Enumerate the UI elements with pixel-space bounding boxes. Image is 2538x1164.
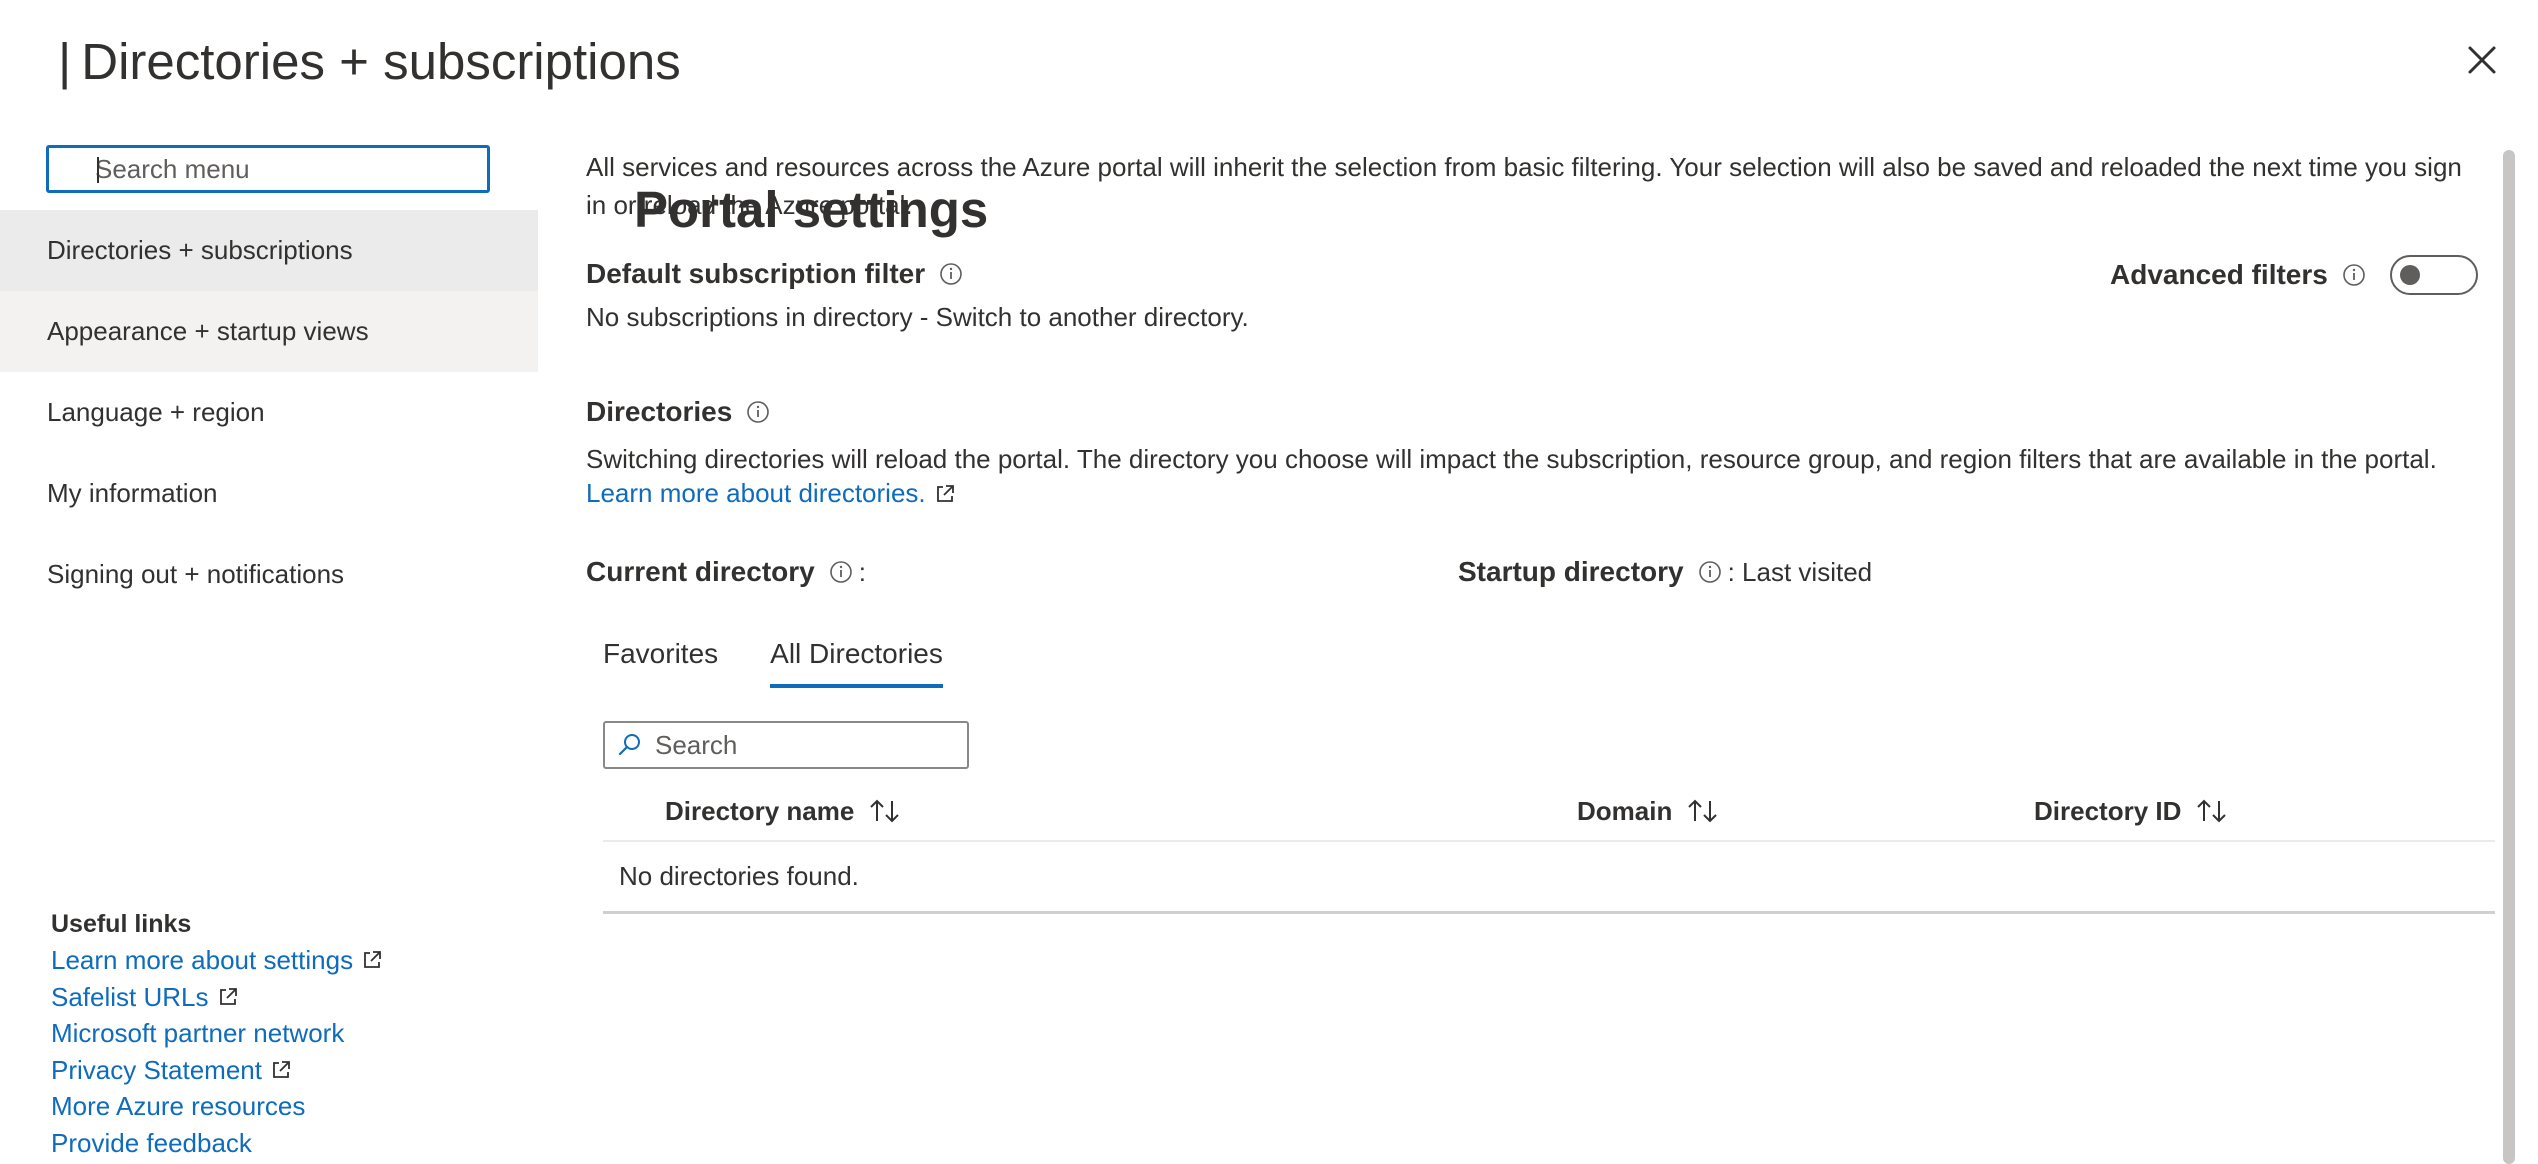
column-directory-id[interactable]: Directory ID [2034, 780, 2229, 842]
section-title-text: Current directory [586, 556, 815, 587]
search-icon [618, 734, 640, 756]
search-menu-placeholder: Search menu [95, 153, 250, 184]
info-icon[interactable] [939, 262, 963, 286]
sidebar-item-my-information[interactable]: My information [0, 453, 538, 534]
sidebar-item-label: Appearance + startup views [47, 316, 369, 346]
info-icon[interactable] [829, 560, 853, 584]
sidebar-item-label: My information [47, 478, 218, 508]
safelist-urls-link[interactable]: Safelist URLs [51, 979, 383, 1016]
directories-text: Switching directories will reload the po… [586, 444, 2437, 474]
directory-search-input[interactable] [655, 729, 955, 761]
sidebar-item-label: Language + region [47, 397, 265, 427]
learn-more-settings-link[interactable]: Learn more about settings [51, 942, 383, 979]
default-filter-text: No subscriptions in directory - Switch t… [586, 302, 1249, 332]
tab-favorites[interactable]: Favorites [603, 638, 718, 688]
main-content: All services and resources across the Az… [586, 148, 2486, 224]
section-title-text: Default subscription filter [586, 258, 926, 289]
column-label: Domain [1577, 795, 1673, 826]
link-label: Safelist URLs [51, 981, 209, 1012]
directory-search [603, 721, 969, 769]
external-link-icon [219, 987, 237, 1005]
directories-title: Directories [586, 396, 2437, 428]
intro-text: All services and resources across the Az… [586, 152, 2462, 220]
external-link-icon [273, 1060, 290, 1078]
section-title-text: Startup directory [1458, 556, 1684, 587]
advanced-filters-toggle[interactable] [2389, 255, 2478, 295]
sidebar-item-signing-out-notifications[interactable]: Signing out + notifications [0, 534, 538, 615]
page-title-sub: Directories + subscriptions [81, 33, 681, 90]
directories-section: Directories Switching directories will r… [586, 396, 2437, 509]
empty-table-message: No directories found. [603, 842, 2495, 914]
learn-more-directories-link[interactable]: Learn more about directories. [586, 478, 956, 509]
scrollbar[interactable] [2503, 150, 2515, 1164]
link-label: Learn more about directories. [586, 478, 926, 508]
tab-all-directories[interactable]: All Directories [770, 638, 943, 688]
microsoft-partner-network-link[interactable]: Microsoft partner network [51, 1015, 383, 1052]
default-filter-title: Default subscription filter [586, 258, 1249, 290]
section-title-text: Directories [586, 396, 733, 427]
sort-icon [870, 799, 900, 823]
external-link-icon [936, 484, 954, 502]
link-label: Privacy Statement [51, 1054, 262, 1085]
sidebar-nav: Directories + subscriptions Appearance +… [0, 210, 538, 615]
default-subscription-filter-section: Default subscription filter No subscript… [586, 258, 1249, 336]
current-directory: Current directory : [586, 556, 866, 588]
info-icon[interactable] [1698, 560, 1722, 584]
current-directory-value: : [858, 556, 866, 587]
advanced-filters-label: Advanced filters [2110, 259, 2366, 291]
advanced-filters: Advanced filters [2110, 255, 2478, 295]
info-icon[interactable] [746, 400, 770, 424]
toggle-knob [2399, 265, 2420, 285]
page-title: Portal settings | Directories + subscripti… [48, 30, 988, 238]
section-title-text: Advanced filters [2110, 259, 2328, 290]
provide-feedback-link[interactable]: Provide feedback [51, 1125, 383, 1162]
search-menu-input[interactable]: Search menu [46, 145, 490, 193]
sidebar-item-label: Directories + subscriptions [47, 235, 353, 265]
close-button[interactable] [2462, 40, 2502, 80]
link-label: Provide feedback [51, 1127, 252, 1158]
info-icon[interactable] [2342, 263, 2366, 287]
more-azure-resources-link[interactable]: More Azure resources [51, 1088, 383, 1125]
sidebar-item-directories-subscriptions[interactable]: Directories + subscriptions [0, 210, 538, 291]
title-separator: | [58, 33, 72, 90]
link-label: More Azure resources [51, 1091, 306, 1121]
useful-links-header: Useful links [51, 910, 192, 938]
column-directory-name[interactable]: Directory name [665, 780, 902, 842]
sidebar-item-language-region[interactable]: Language + region [0, 372, 538, 453]
startup-directory-label: Startup directory : Last visited [1458, 556, 1872, 588]
close-icon [2468, 46, 2496, 74]
text-caret [97, 157, 99, 183]
useful-links: Useful links Learn more about settings S… [51, 906, 383, 1161]
link-label: Microsoft partner network [51, 1018, 345, 1048]
link-label: Learn more about settings [51, 945, 354, 975]
sidebar-item-label: Signing out + notifications [47, 559, 345, 589]
column-label: Directory name [665, 795, 855, 826]
sort-icon [2197, 799, 2227, 823]
startup-directory: Startup directory : Last visited [1458, 556, 1872, 588]
column-domain[interactable]: Domain [1577, 780, 1720, 842]
current-directory-label: Current directory : [586, 556, 866, 588]
startup-directory-value: : Last visited [1727, 556, 1873, 587]
column-label: Directory ID [2034, 795, 2182, 826]
sort-icon [1688, 799, 1718, 823]
table-header: Directory name Domain Directory ID [603, 780, 2495, 842]
external-link-icon [364, 951, 381, 969]
privacy-statement-link[interactable]: Privacy Statement [51, 1052, 383, 1089]
sidebar-item-appearance-startup-views[interactable]: Appearance + startup views [0, 291, 538, 372]
directory-tabs: Favorites All Directories [603, 638, 995, 688]
